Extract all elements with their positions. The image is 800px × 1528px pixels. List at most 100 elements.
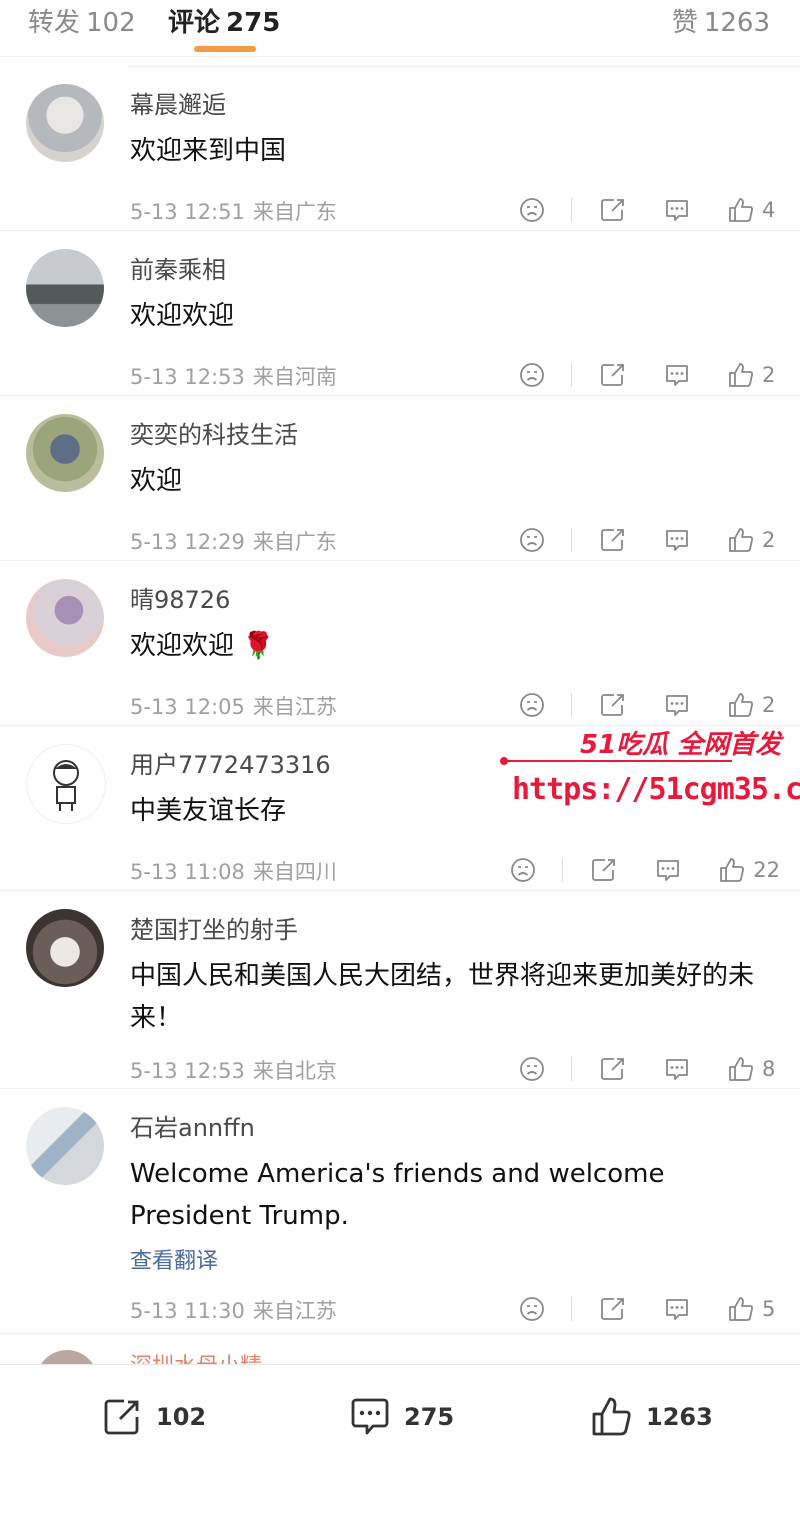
dislike-icon[interactable] [508,855,538,885]
avatar[interactable] [26,249,104,327]
comment-time: 5-13 12:53 来自河南 [130,361,337,391]
avatar[interactable] [26,744,106,824]
comment-username[interactable]: 楚国打坐的射手 [130,911,780,949]
comment-username[interactable]: 前秦乘相 [130,251,780,289]
timestamp: 5-13 12:53 [130,1059,245,1083]
comment-count: 275 [404,1403,455,1431]
avatar[interactable] [26,414,104,492]
share-icon[interactable] [598,1054,628,1084]
comment-icon[interactable] [653,855,683,885]
avatar[interactable] [26,909,104,987]
location: 来自北京 [252,1059,337,1083]
action-divider [571,528,572,552]
like-icon[interactable] [726,195,756,225]
like-icon[interactable] [726,1054,756,1084]
location: 来自江苏 [252,1299,337,1323]
comment-time: 5-13 12:05 来自江苏 [130,691,337,721]
comment-username[interactable]: 奕奕的科技生活 [130,416,780,454]
timestamp: 5-13 12:53 [130,365,245,389]
location: 来自四川 [252,860,337,884]
timestamp: 5-13 11:08 [130,860,245,884]
like-count: 5 [762,1297,776,1321]
dislike-icon[interactable] [517,525,547,555]
like-icon[interactable] [717,855,747,885]
comment-list: 幕晨邂逅 欢迎来到中国 5-13 12:51 来自广东 4 前秦乘相 欢迎欢迎 … [0,66,800,1334]
bottom-action-bar: 102 275 1263 [0,1364,800,1528]
comment-icon [348,1395,392,1439]
tab-repost-count: 102 [86,8,136,38]
share-icon[interactable] [598,360,628,390]
tab-likes-count: 1263 [703,8,770,38]
like-icon [590,1395,634,1439]
comment-item: 晴98726 欢迎欢迎 🌹 5-13 12:05 来自江苏 2 [0,561,800,726]
comment-item: 石岩annffn Welcome America's friends and w… [0,1089,800,1334]
comment-username[interactable]: 幕晨邂逅 [130,86,780,124]
comment-button[interactable]: 275 [348,1395,454,1439]
comment-time: 5-13 12:51 来自广东 [130,196,337,226]
location: 来自江苏 [252,695,337,719]
comment-icon[interactable] [662,690,692,720]
comment-time: 5-13 12:53 来自北京 [130,1055,337,1085]
comment-username[interactable]: 晴98726 [130,581,780,619]
comment-actions: 5 [517,1291,780,1327]
action-divider [562,858,564,882]
like-icon[interactable] [726,690,756,720]
action-divider [571,693,572,717]
timestamp: 5-13 12:51 [130,200,245,224]
comment-actions: 22 [508,852,780,888]
share-icon[interactable] [598,525,628,555]
tab-likes[interactable]: 赞 1263 [672,2,770,39]
comment-icon[interactable] [662,195,692,225]
translate-link[interactable]: 查看翻译 [130,1245,780,1279]
dislike-icon[interactable] [517,195,547,225]
share-icon[interactable] [598,195,628,225]
comment-icon[interactable] [662,1054,692,1084]
watermark-brand: 51吃瓜 全网首发 [580,730,782,760]
like-count: 2 [762,528,776,552]
repost-button[interactable]: 102 [100,1395,206,1439]
action-divider [571,363,572,387]
tab-repost[interactable]: 转发 102 [28,2,136,39]
like-icon[interactable] [726,525,756,555]
avatar[interactable] [26,579,104,657]
tab-comments-count: 275 [226,8,281,38]
timestamp: 5-13 12:05 [130,695,245,719]
comment-username[interactable]: 深圳水母小精 [130,1348,262,1364]
share-icon [100,1395,144,1439]
tab-repost-label: 转发 [28,8,81,38]
comment-item: 前秦乘相 欢迎欢迎 5-13 12:53 来自河南 2 [0,231,800,396]
avatar[interactable] [26,84,104,162]
dislike-icon[interactable] [517,1054,547,1084]
like-icon[interactable] [726,360,756,390]
watermark-line [502,760,732,762]
comment-icon[interactable] [662,1294,692,1324]
timestamp: 5-13 12:29 [130,530,245,554]
avatar[interactable] [36,1350,98,1364]
comment-time: 5-13 11:08 来自四川 [130,856,337,886]
dislike-icon[interactable] [517,690,547,720]
comment-icon[interactable] [662,360,692,390]
comment-item: 幕晨邂逅 欢迎来到中国 5-13 12:51 来自广东 4 [0,66,800,231]
active-tab-indicator [194,46,256,52]
share-icon[interactable] [589,855,619,885]
dislike-icon[interactable] [517,360,547,390]
like-icon[interactable] [726,1294,756,1324]
repost-count: 102 [156,1403,207,1431]
comment-icon[interactable] [662,525,692,555]
avatar[interactable] [26,1107,104,1185]
comment-actions: 4 [517,192,780,228]
comment-item: 奕奕的科技生活 欢迎 5-13 12:29 来自广东 2 [0,396,800,561]
like-total: 1263 [646,1403,713,1431]
watermark: 51吃瓜 全网首发 https://51cgm35.com [500,718,800,818]
comment-actions: 2 [517,357,780,393]
like-button[interactable]: 1263 [590,1395,713,1439]
watermark-url: https://51cgm35.com [512,772,800,807]
like-count: 4 [762,198,776,222]
dislike-icon[interactable] [517,1294,547,1324]
comment-tabs: 转发 102 评论 275 赞 1263 [0,0,800,57]
share-icon[interactable] [598,690,628,720]
tab-comments[interactable]: 评论 275 [168,2,280,39]
comment-username[interactable]: 石岩annffn [130,1109,780,1147]
share-icon[interactable] [598,1294,628,1324]
location: 来自广东 [252,530,337,554]
